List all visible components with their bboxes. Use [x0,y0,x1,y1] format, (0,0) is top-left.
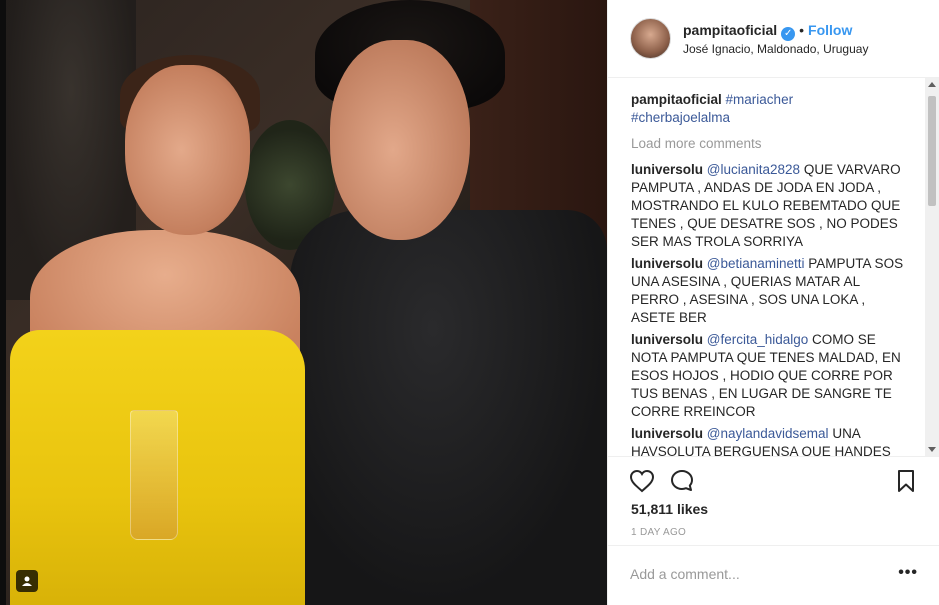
drink-glass [130,410,178,540]
heart-icon[interactable] [628,467,656,495]
comment-item: luniversolu @betianaminetti PAMPUTA SOS … [631,255,911,327]
user-line: pampitaoficial ✓ • Follow [683,22,852,41]
caption-username[interactable]: pampitaoficial [631,92,722,107]
post-actions: 51,811 likes 1 DAY AGO [608,456,939,545]
scroll-up-icon[interactable] [928,82,936,87]
add-comment-input[interactable] [630,562,880,586]
bookmark-icon[interactable] [892,467,920,495]
post-photo[interactable] [0,0,607,605]
man-face [330,40,470,240]
comment-item: luniversolu @naylandavidsemal UNA HAVSOL… [631,425,911,456]
more-options-icon[interactable]: ••• [898,564,918,582]
post-header: pampitaoficial ✓ • Follow José Ignacio, Mal… [608,0,939,78]
likes-count[interactable]: 51,811 likes [631,501,708,517]
avatar[interactable] [630,18,671,59]
comments-area: pampitaoficial #mariacher #cherbajoelalm… [608,78,939,456]
comment-username[interactable]: luniversolu [631,256,703,271]
follow-button[interactable]: Follow [808,22,852,38]
comment-item: luniversolu @fercita_hidalgo COMO SE NOT… [631,331,911,421]
post-side-panel: pampitaoficial ✓ • Follow José Ignacio, Mal… [607,0,939,605]
user-tag-icon[interactable] [16,570,38,592]
comment-username[interactable]: luniversolu [631,332,703,347]
comment-icon[interactable] [668,467,696,495]
post-timestamp[interactable]: 1 DAY AGO [631,527,686,538]
verified-badge-icon: ✓ [781,27,796,41]
hashtag-link[interactable]: #cherbajoelalma [631,110,730,125]
scroll-down-icon[interactable] [928,447,936,452]
comments-scrollbar[interactable] [925,78,939,456]
comment-mention[interactable]: @betianaminetti [707,256,805,271]
man-figure [290,210,607,605]
comment-username[interactable]: luniversolu [631,162,703,177]
comment-item: luniversolu @lucianita2828 QUE VARVARO P… [631,161,911,251]
separator-dot: • [799,22,805,38]
comment-mention[interactable]: @naylandavidsemal [707,426,829,441]
comment-username[interactable]: luniversolu [631,426,703,441]
comment-mention[interactable]: @fercita_hidalgo [707,332,809,347]
hashtag-link[interactable]: #mariacher [726,92,794,107]
location-link[interactable]: José Ignacio, Maldonado, Uruguay [683,42,868,56]
add-comment-bar: ••• [608,545,939,605]
caption: pampitaoficial #mariacher #cherbajoelalm… [631,91,911,127]
scrollbar-thumb[interactable] [928,96,936,206]
username-link[interactable]: pampitaoficial [683,22,777,38]
load-more-comments-button[interactable]: Load more comments [631,135,911,153]
woman-face [125,65,250,235]
comment-mention[interactable]: @lucianita2828 [707,162,800,177]
